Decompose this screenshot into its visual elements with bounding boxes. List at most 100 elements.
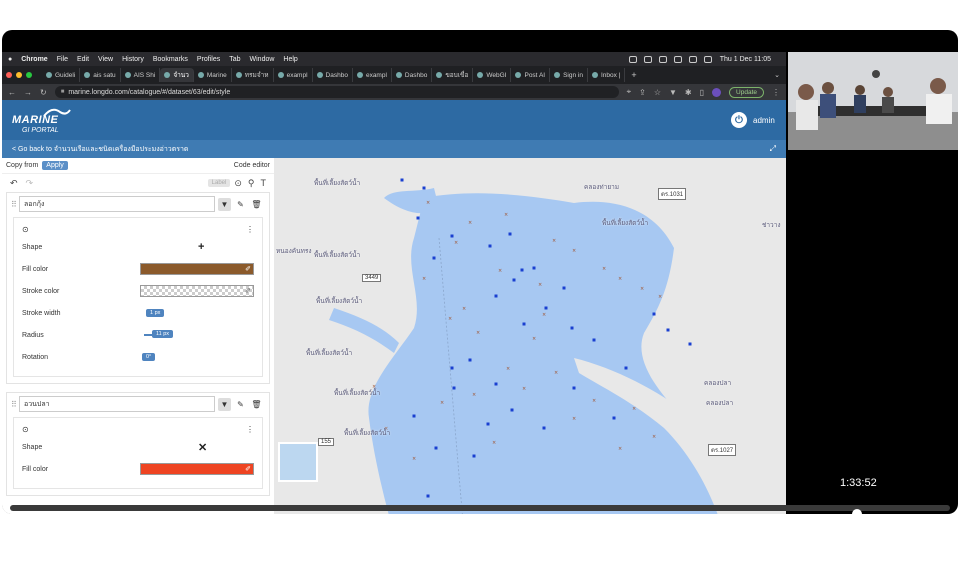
vessel-marker[interactable] <box>570 326 574 330</box>
vessel-marker[interactable] <box>432 256 436 260</box>
fishing-gear-marker[interactable]: × <box>462 306 466 312</box>
power-icon[interactable]: ⏻ <box>731 112 747 128</box>
fishing-gear-marker[interactable]: × <box>522 386 526 392</box>
tab-list-chevron-icon[interactable]: ⌄ <box>774 71 780 79</box>
menu-kebab-icon[interactable]: ⋮ <box>772 88 780 97</box>
minimap[interactable] <box>278 442 318 482</box>
vessel-marker[interactable] <box>562 286 566 290</box>
vessel-marker[interactable] <box>520 268 524 272</box>
menu-window[interactable]: Window <box>250 56 275 63</box>
menu-tab[interactable]: Tab <box>229 56 240 63</box>
copy-from-label[interactable]: Copy from <box>6 162 38 169</box>
fishing-gear-marker[interactable]: × <box>498 268 502 274</box>
eyedropper-icon[interactable]: ✐ <box>245 287 251 295</box>
share-icon[interactable]: ⇪ <box>639 88 646 97</box>
browser-tab[interactable]: Marine <box>194 68 232 82</box>
vessel-marker[interactable] <box>532 266 536 270</box>
browser-tab[interactable]: Dashbo <box>392 68 433 82</box>
video-scrubber-knob[interactable] <box>852 509 862 519</box>
go-back-link[interactable]: < Go back to จำนวนเรือและชนิดเครื่องมือป… <box>12 144 188 155</box>
filter-icon[interactable]: ▼ <box>218 197 231 211</box>
add-text-icon[interactable]: T <box>261 178 267 188</box>
star-icon[interactable]: ☆ <box>654 88 661 97</box>
extension-icon[interactable]: ▼ <box>669 88 677 97</box>
menu-edit[interactable]: Edit <box>77 56 89 63</box>
back-arrow-icon[interactable]: ← <box>8 88 16 97</box>
fishing-gear-marker[interactable]: × <box>504 212 508 218</box>
vessel-marker[interactable] <box>412 414 416 418</box>
fishing-gear-marker[interactable]: × <box>554 370 558 376</box>
redo-icon[interactable]: ↷ <box>26 178 34 189</box>
fishing-gear-marker[interactable]: × <box>412 456 416 462</box>
rotation-slider[interactable]: 0° <box>142 353 156 361</box>
vessel-marker[interactable] <box>468 358 472 362</box>
fishing-gear-marker[interactable]: × <box>652 434 656 440</box>
vessel-marker[interactable] <box>666 328 670 332</box>
fishing-gear-marker[interactable]: × <box>618 446 622 452</box>
browser-tab[interactable]: ขอบเขื่อ <box>432 68 474 82</box>
filter-icon[interactable]: ▼ <box>218 397 231 411</box>
fill-color-swatch[interactable]: ✐ <box>139 263 254 275</box>
delete-trash-icon[interactable]: 🗑 <box>250 198 263 211</box>
vessel-marker[interactable] <box>510 408 514 412</box>
vessel-marker[interactable] <box>494 382 498 386</box>
fishing-gear-marker[interactable]: × <box>632 406 636 412</box>
browser-tab[interactable]: Dashbo <box>313 68 353 82</box>
battery-icon[interactable] <box>688 55 697 63</box>
browser-tab[interactable]: ais satu <box>80 68 121 82</box>
vessel-marker[interactable] <box>592 338 596 342</box>
fishing-gear-marker[interactable]: × <box>552 238 556 244</box>
search-icon[interactable] <box>703 55 712 63</box>
vessel-marker[interactable] <box>652 312 656 316</box>
zoom-window-button[interactable] <box>26 72 32 78</box>
fishing-gear-marker[interactable]: × <box>440 400 444 406</box>
browser-tab[interactable]: Inbox | <box>588 68 626 82</box>
browser-tab[interactable]: จำนว <box>160 68 194 82</box>
fishing-gear-marker[interactable]: × <box>592 398 596 404</box>
edit-pencil-icon[interactable]: ✎ <box>234 398 247 411</box>
video-scrubber-track[interactable] <box>10 505 950 511</box>
eyedropper-icon[interactable]: ✐ <box>245 265 251 273</box>
tray-icon[interactable] <box>628 55 637 63</box>
label-chip[interactable]: Label <box>207 179 231 187</box>
vessel-marker[interactable] <box>426 494 430 498</box>
menu-profiles[interactable]: Profiles <box>197 56 220 63</box>
fishing-gear-marker[interactable]: × <box>476 330 480 336</box>
fishing-gear-marker[interactable]: × <box>618 276 622 282</box>
vessel-marker[interactable] <box>624 366 628 370</box>
code-editor-button[interactable]: Code editor <box>234 162 270 169</box>
fishing-gear-marker[interactable]: × <box>572 248 576 254</box>
fishing-gear-marker[interactable]: × <box>454 240 458 246</box>
vessel-marker[interactable] <box>452 386 456 390</box>
vessel-marker[interactable] <box>688 342 692 346</box>
tray-icon[interactable] <box>658 55 667 63</box>
vessel-marker[interactable] <box>422 186 426 190</box>
fishing-gear-marker[interactable]: × <box>532 336 536 342</box>
more-options-icon[interactable]: ⋮ <box>246 425 254 434</box>
menu-view[interactable]: View <box>98 56 113 63</box>
browser-tab[interactable]: exampl <box>274 68 313 82</box>
fill-color-swatch[interactable]: ✐ <box>139 463 254 475</box>
point-symbol-icon[interactable]: ⊙ <box>22 425 29 434</box>
expand-icon[interactable]: ⤢ <box>770 144 776 154</box>
puzzle-icon[interactable]: ✱ <box>685 88 692 97</box>
vessel-marker[interactable] <box>494 294 498 298</box>
update-button[interactable]: Update <box>729 86 764 98</box>
apple-icon[interactable]: ● <box>8 56 12 63</box>
more-options-icon[interactable]: ⋮ <box>246 225 254 234</box>
drag-handle-icon[interactable]: ⠿ <box>11 200 19 209</box>
sidebar-icon[interactable]: ▯ <box>700 88 704 97</box>
edit-pencil-icon[interactable]: ✎ <box>234 198 247 211</box>
fishing-gear-marker[interactable]: × <box>468 220 472 226</box>
fishing-gear-marker[interactable]: × <box>448 316 452 322</box>
fishing-gear-marker[interactable]: × <box>542 312 546 318</box>
vessel-marker[interactable] <box>572 386 576 390</box>
vessel-marker[interactable] <box>486 422 490 426</box>
delete-trash-icon[interactable]: 🗑 <box>250 398 263 411</box>
fishing-gear-marker[interactable]: × <box>506 366 510 372</box>
browser-tab[interactable]: Guideli <box>42 68 81 82</box>
browser-tab[interactable]: ทรมจำห <box>232 68 274 82</box>
fishing-gear-marker[interactable]: × <box>422 276 426 282</box>
fishing-gear-marker[interactable]: × <box>426 200 430 206</box>
user-name[interactable]: admin <box>753 116 775 125</box>
